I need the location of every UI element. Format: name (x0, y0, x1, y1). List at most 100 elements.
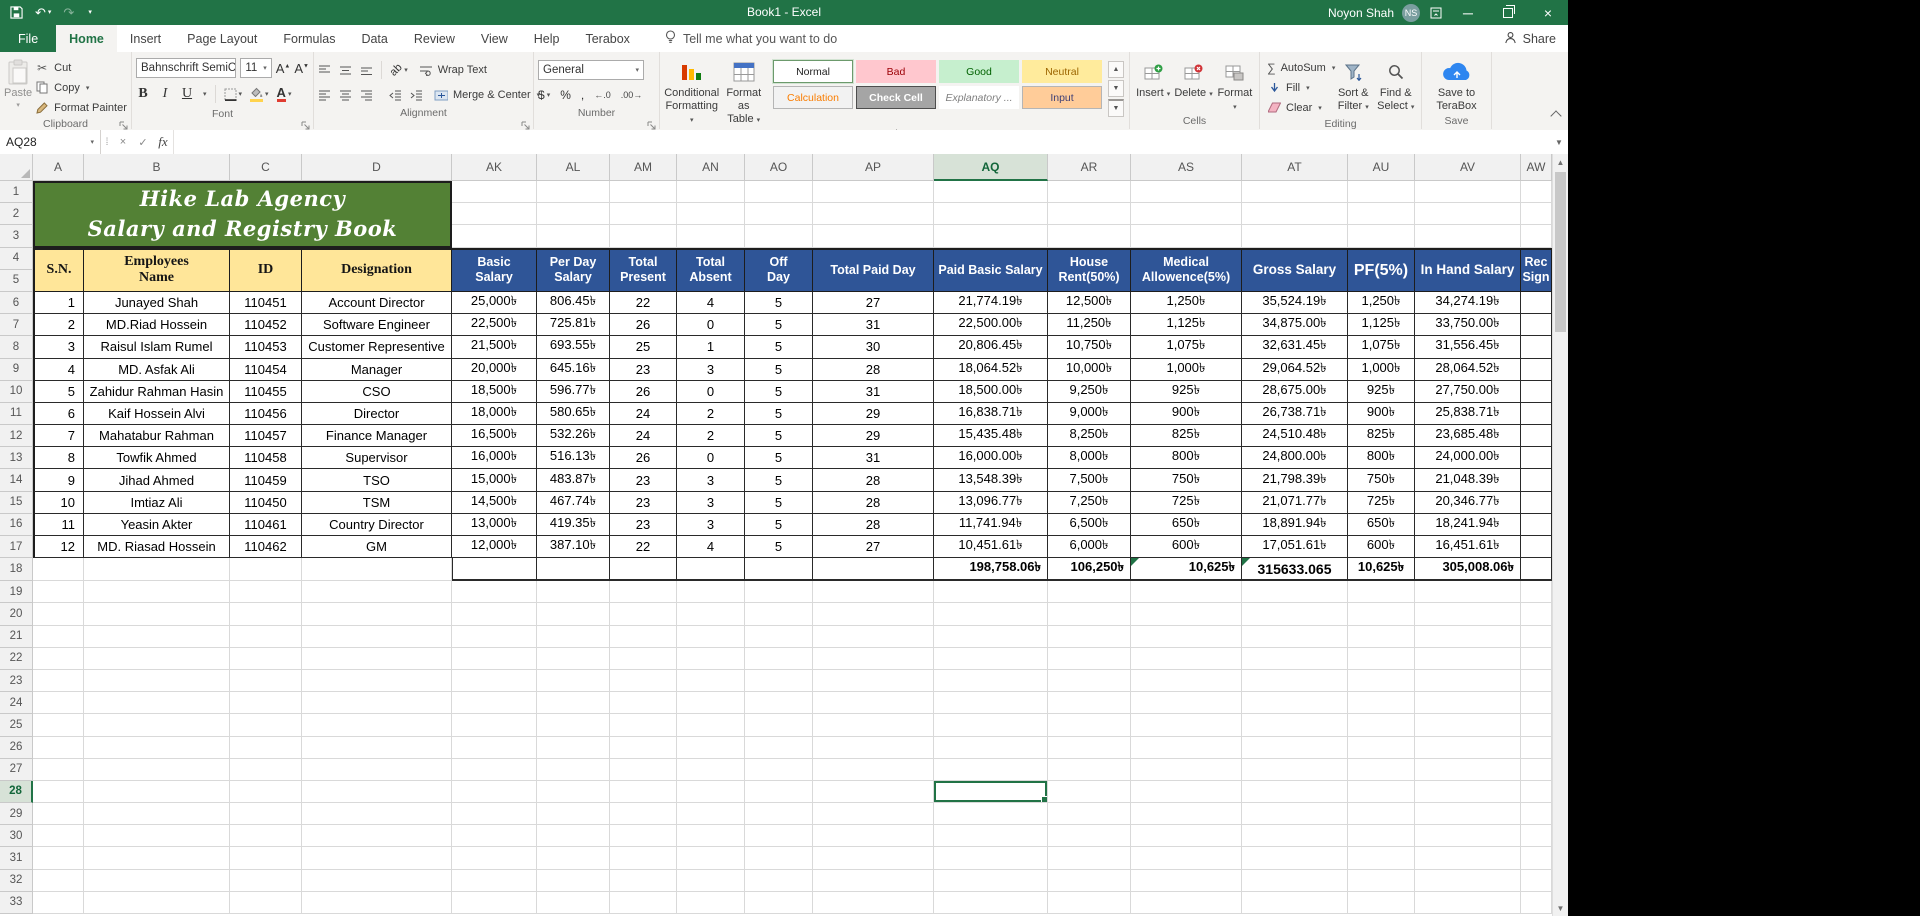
data-cell[interactable]: TSO (302, 469, 452, 491)
row-header-26[interactable]: 26 (0, 737, 33, 759)
cell[interactable] (302, 847, 452, 869)
cell[interactable] (610, 714, 677, 736)
cell[interactable] (934, 203, 1048, 225)
table-header-cell[interactable]: Designation (302, 248, 452, 292)
data-cell[interactable]: Customer Representive (302, 336, 452, 358)
row-header-7[interactable]: 7 (0, 314, 33, 336)
data-cell[interactable]: 5 (33, 381, 84, 403)
copy-button[interactable]: Copy▾ (32, 78, 130, 97)
data-cell[interactable]: 30 (813, 336, 934, 358)
cell[interactable] (84, 648, 230, 670)
cell[interactable] (33, 737, 84, 759)
accounting-format-button[interactable]: $▾ (538, 88, 550, 102)
data-cell[interactable]: 806.45৳ (537, 292, 610, 314)
data-cell[interactable]: 12,000৳ (452, 536, 537, 558)
insert-cells-button[interactable]: Insert ▾ (1134, 55, 1172, 114)
number-format-select[interactable]: General▾ (538, 60, 644, 80)
data-cell[interactable]: 23 (610, 514, 677, 536)
data-cell[interactable]: 32,631.45৳ (1242, 336, 1348, 358)
underline-button[interactable]: U (180, 86, 194, 102)
data-cell[interactable]: 24,510.48৳ (1242, 425, 1348, 447)
data-cell[interactable]: 18,500৳ (452, 381, 537, 403)
cell[interactable] (677, 825, 745, 847)
cell[interactable] (1415, 825, 1521, 847)
row-header-8[interactable]: 8 (0, 336, 33, 358)
increase-indent-button[interactable] (410, 90, 423, 101)
row-header-21[interactable]: 21 (0, 626, 33, 648)
total-cell[interactable] (1521, 558, 1552, 581)
data-cell[interactable]: 10,000৳ (1048, 359, 1131, 381)
cell[interactable] (1242, 825, 1348, 847)
data-cell[interactable]: 9 (33, 469, 84, 491)
cell[interactable] (813, 626, 934, 648)
data-cell[interactable]: 4 (33, 359, 84, 381)
data-cell[interactable]: 15,000৳ (452, 469, 537, 491)
cell[interactable] (610, 181, 677, 203)
column-header-AR[interactable]: AR (1048, 154, 1131, 181)
cell[interactable] (302, 648, 452, 670)
cell[interactable] (677, 225, 745, 247)
cell[interactable] (84, 870, 230, 892)
font-size-dropdown-icon[interactable]: ▾ (263, 64, 267, 72)
data-cell[interactable]: 9,250৳ (1048, 381, 1131, 403)
bottom-align-button[interactable] (360, 65, 373, 76)
scroll-down-icon[interactable]: ▼ (1553, 900, 1568, 916)
row-header-13[interactable]: 13 (0, 447, 33, 469)
data-cell[interactable]: MD.Riad Hossein (84, 314, 230, 336)
autosum-button[interactable]: ∑AutoSum▾ (1264, 58, 1332, 77)
column-header-AK[interactable]: AK (452, 154, 537, 181)
data-cell[interactable]: 5 (745, 447, 813, 469)
row-header-28[interactable]: 28 (0, 781, 33, 803)
cell[interactable] (33, 892, 84, 914)
cell[interactable] (230, 670, 302, 692)
cell[interactable] (1415, 225, 1521, 247)
cell[interactable] (1048, 714, 1131, 736)
data-cell[interactable]: 33,750.00৳ (1415, 314, 1521, 336)
cell[interactable] (537, 648, 610, 670)
table-header-cell[interactable]: TotalAbsent (677, 248, 745, 292)
table-header-cell[interactable]: Gross Salary (1242, 248, 1348, 292)
cell[interactable] (677, 714, 745, 736)
cell[interactable] (1131, 714, 1242, 736)
data-cell[interactable]: 1 (677, 336, 745, 358)
data-cell[interactable]: 7,250৳ (1048, 492, 1131, 514)
scroll-up-icon[interactable]: ▲ (1553, 154, 1568, 170)
account-name[interactable]: Noyon Shah (1328, 6, 1394, 20)
total-cell[interactable] (452, 558, 537, 581)
cell[interactable] (1348, 714, 1415, 736)
cell[interactable] (452, 847, 537, 869)
data-cell[interactable]: 11,741.94৳ (934, 514, 1048, 536)
row-header-32[interactable]: 32 (0, 870, 33, 892)
cell[interactable] (677, 603, 745, 625)
cell[interactable] (934, 737, 1048, 759)
data-cell[interactable]: 3 (677, 492, 745, 514)
cell[interactable] (677, 203, 745, 225)
cell[interactable] (1415, 759, 1521, 781)
cell[interactable] (1048, 692, 1131, 714)
scrollbar-thumb[interactable] (1555, 172, 1566, 332)
data-cell[interactable]: 34,274.19৳ (1415, 292, 1521, 314)
data-cell[interactable]: 16,451.61৳ (1415, 536, 1521, 558)
data-cell[interactable]: 110451 (230, 292, 302, 314)
cell[interactable] (1348, 847, 1415, 869)
cell[interactable] (813, 603, 934, 625)
cell[interactable] (1415, 603, 1521, 625)
cell[interactable] (302, 670, 452, 692)
number-dialog-launcher[interactable] (647, 117, 657, 127)
cell[interactable] (1348, 181, 1415, 203)
cell[interactable] (610, 803, 677, 825)
cell[interactable] (84, 781, 230, 803)
cell[interactable] (302, 781, 452, 803)
row-header-29[interactable]: 29 (0, 803, 33, 825)
cell[interactable] (537, 737, 610, 759)
data-cell[interactable]: 693.55৳ (537, 336, 610, 358)
data-cell[interactable]: 18,000৳ (452, 403, 537, 425)
cell[interactable] (1521, 603, 1552, 625)
delete-cells-button[interactable]: Delete ▾ (1174, 55, 1212, 114)
data-cell[interactable] (1521, 492, 1552, 514)
cell[interactable] (452, 670, 537, 692)
tab-review[interactable]: Review (401, 25, 468, 52)
cell[interactable] (1521, 581, 1552, 603)
find-select-button[interactable]: Find &Select ▾ (1375, 55, 1418, 117)
data-cell[interactable] (1521, 314, 1552, 336)
